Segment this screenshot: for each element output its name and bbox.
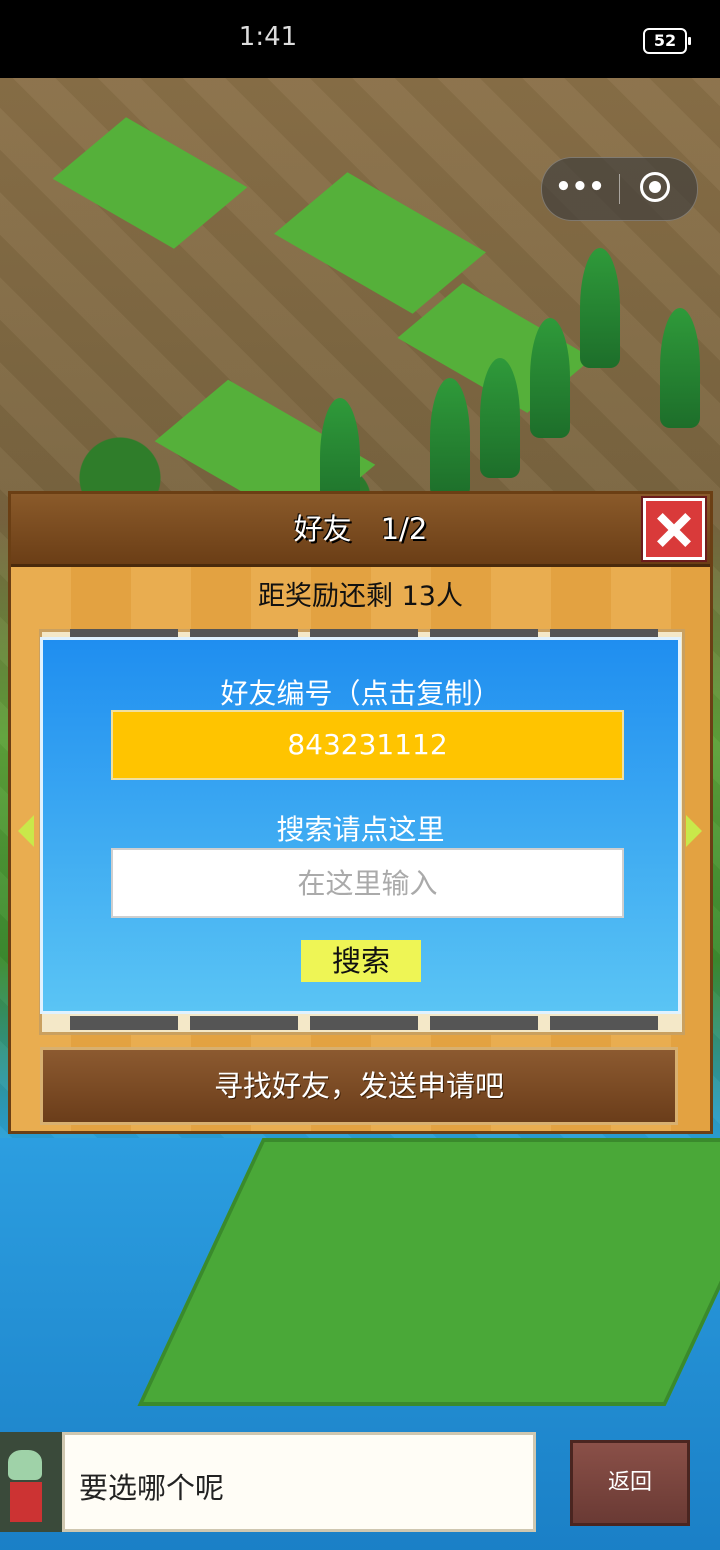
- battery-icon: 52: [643, 28, 691, 54]
- panel-slot: [190, 1016, 298, 1030]
- search-label: 搜索请点这里: [276, 813, 445, 846]
- panel-slot: [70, 1016, 178, 1030]
- tree: [480, 358, 520, 478]
- friend-id-label: 好友编号（点击复制）: [220, 677, 501, 710]
- character-portrait: [0, 1432, 62, 1532]
- status-time: 1:41: [238, 22, 298, 52]
- grass-tile: [52, 117, 248, 249]
- more-options-icon[interactable]: •••: [542, 158, 618, 220]
- character-head: [8, 1450, 42, 1480]
- speech-bubble: 要选哪个呢: [62, 1432, 536, 1532]
- status-bar: 1:41 52: [0, 0, 720, 78]
- close-miniprogram-icon[interactable]: [640, 172, 670, 202]
- find-friends-button[interactable]: 寻找好友，发送申请吧: [40, 1047, 678, 1125]
- tree: [660, 308, 700, 428]
- miniprogram-capsule: •••: [541, 157, 698, 221]
- battery-tip: [688, 37, 691, 45]
- reward-remaining-text: 距奖励还剩 13人: [258, 581, 463, 612]
- next-page-arrow-icon[interactable]: [686, 815, 702, 847]
- friend-search-input[interactable]: [111, 848, 624, 918]
- friend-search-panel: 好友编号（点击复制） 843231112 搜索请点这里 搜索: [40, 637, 681, 1014]
- friend-id-copy-button[interactable]: 843231112: [111, 710, 624, 780]
- character-body: [10, 1482, 42, 1522]
- capsule-divider: [619, 174, 620, 204]
- tree: [530, 318, 570, 438]
- battery-level: 52: [653, 31, 677, 50]
- panel-slot: [430, 1016, 538, 1030]
- previous-page-arrow-icon[interactable]: [18, 815, 34, 847]
- panel-slot: [550, 1016, 658, 1030]
- close-dialog-button[interactable]: [643, 498, 705, 560]
- dialog-title: 好友 1/2: [293, 512, 428, 546]
- speech-text: 要选哪个呢: [79, 1471, 225, 1505]
- panel-slot: [310, 1016, 418, 1030]
- search-button[interactable]: 搜索: [301, 940, 421, 982]
- tree: [430, 378, 470, 498]
- tree: [580, 248, 620, 368]
- dialog-header: 好友 1/2: [11, 494, 710, 567]
- back-button[interactable]: 返回: [570, 1440, 690, 1526]
